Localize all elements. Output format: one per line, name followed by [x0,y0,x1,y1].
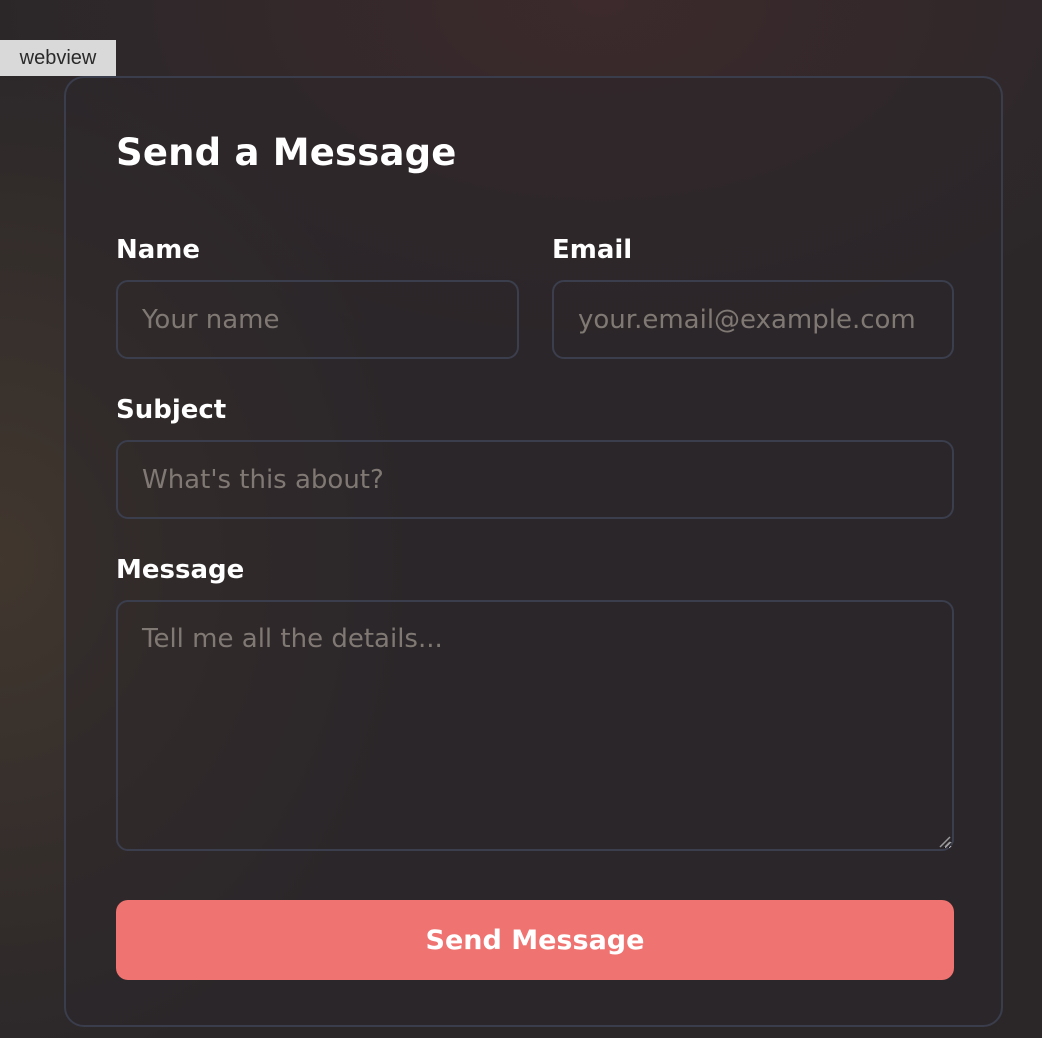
message-textarea[interactable] [116,600,954,851]
email-input[interactable] [552,280,954,359]
subject-label: Subject [116,395,227,425]
form-title: Send a Message [116,131,457,174]
send-message-button[interactable]: Send Message [116,900,954,980]
contact-form-card: Send a Message Name Email Subject Messag… [64,76,1003,1027]
webview-tag: webview [0,40,116,76]
name-input[interactable] [116,280,519,359]
name-label: Name [116,235,201,265]
email-label: Email [552,235,633,265]
subject-input[interactable] [116,440,954,519]
message-label: Message [116,555,245,585]
